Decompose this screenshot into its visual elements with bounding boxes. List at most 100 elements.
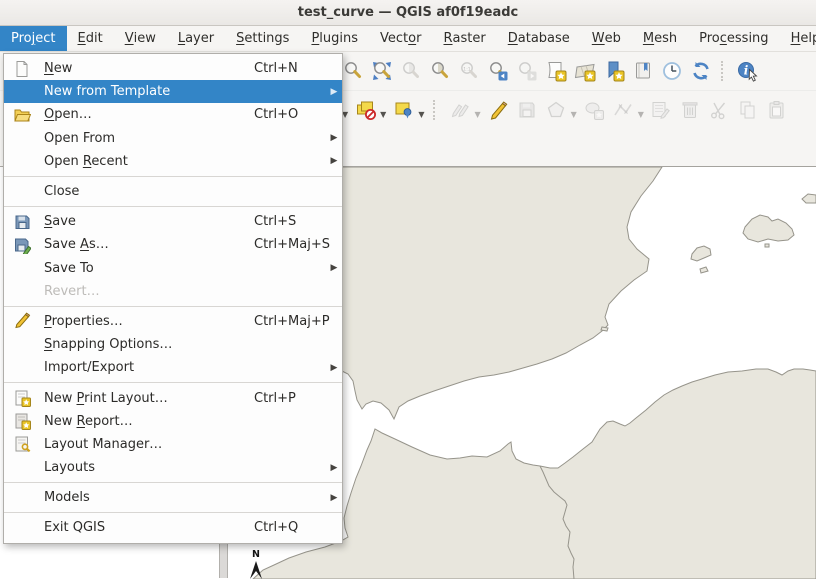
menu-item-close[interactable]: Close bbox=[4, 180, 342, 203]
save-icon bbox=[12, 213, 32, 231]
menu-item-label: Revert… bbox=[44, 284, 254, 299]
menubar-item-layer[interactable]: Layer bbox=[167, 26, 225, 51]
cut-features-icon bbox=[706, 97, 732, 123]
menu-item-label: New from Template bbox=[44, 84, 254, 99]
properties-icon bbox=[12, 312, 32, 330]
temporal-controller-icon[interactable] bbox=[659, 58, 685, 84]
menu-item-label: Models bbox=[44, 490, 254, 505]
vertex-tool-dropdown-arrow-icon: ▼ bbox=[638, 110, 644, 119]
menu-item-shortcut: Ctrl+Maj+P bbox=[254, 314, 326, 329]
qgis-window: test_curve — QGIS af0f19eadc ProjectEdit… bbox=[0, 0, 816, 578]
menu-item-icon-empty bbox=[12, 83, 32, 101]
menu-item-exit-qgis[interactable]: Exit QGISCtrl+Q bbox=[4, 516, 342, 539]
menu-item-shortcut: Ctrl+S bbox=[254, 214, 326, 229]
deselect-features-icon[interactable] bbox=[353, 97, 379, 123]
zoom-out-icon[interactable] bbox=[340, 58, 366, 84]
menu-item-icon-empty bbox=[12, 183, 32, 201]
submenu-arrow-icon: ▶ bbox=[326, 263, 342, 273]
menubar-item-plugins[interactable]: Plugins bbox=[300, 26, 369, 51]
submenu-arrow-icon: ▶ bbox=[326, 363, 342, 373]
menu-item-label: Open From bbox=[44, 131, 254, 146]
menubar-item-raster[interactable]: Raster bbox=[433, 26, 497, 51]
menubar-item-project[interactable]: Project bbox=[0, 26, 67, 51]
select-features-by-value-icon[interactable] bbox=[391, 97, 417, 123]
deselect-features-dropdown-arrow-icon[interactable]: ▼ bbox=[380, 110, 386, 119]
north-arrow-label: N bbox=[252, 549, 260, 560]
menubar-item-view[interactable]: View bbox=[114, 26, 167, 51]
menu-item-new[interactable]: NewCtrl+N bbox=[4, 57, 342, 80]
menu-item-import-export[interactable]: Import/Export ▶ bbox=[4, 356, 342, 379]
menu-item-label: Import/Export bbox=[44, 360, 254, 375]
menu-item-label: New Report… bbox=[44, 414, 254, 429]
menu-item-revert[interactable]: Revert… bbox=[4, 280, 342, 303]
menu-item-label: Save To bbox=[44, 261, 254, 276]
add-polygon-feature-dropdown-arrow-icon: ▼ bbox=[571, 110, 577, 119]
menubar-item-database[interactable]: Database bbox=[497, 26, 581, 51]
menubar-item-web[interactable]: Web bbox=[581, 26, 632, 51]
menu-item-models[interactable]: Models ▶ bbox=[4, 486, 342, 509]
show-spatial-bookmarks-icon[interactable] bbox=[572, 58, 598, 84]
project-menu-popup: NewCtrl+NNew from Template▶Open…Ctrl+OOp… bbox=[3, 53, 343, 544]
toolbar-separator bbox=[433, 100, 439, 120]
window-title: test_curve — QGIS af0f19eadc bbox=[298, 5, 518, 20]
menu-item-new-report[interactable]: New Report… bbox=[4, 410, 342, 433]
menu-item-label: Open Recent bbox=[44, 154, 254, 169]
menu-item-icon-empty bbox=[12, 152, 32, 170]
menubar-item-help[interactable]: Help bbox=[780, 26, 816, 51]
menu-item-new-print-layout[interactable]: New Print Layout…Ctrl+P bbox=[4, 386, 342, 409]
menu-item-save-to[interactable]: Save To ▶ bbox=[4, 257, 342, 280]
zoom-full-icon[interactable] bbox=[369, 58, 395, 84]
svg-text:i: i bbox=[743, 64, 748, 78]
menu-separator bbox=[4, 382, 342, 383]
select-features-by-value-dropdown-arrow-icon[interactable]: ▼ bbox=[418, 110, 424, 119]
copy-features-icon bbox=[735, 97, 761, 123]
menu-item-icon-empty bbox=[12, 336, 32, 354]
menubar-item-edit[interactable]: Edit bbox=[67, 26, 114, 51]
menu-item-label: Exit QGIS bbox=[44, 520, 254, 535]
menu-item-open[interactable]: Open…Ctrl+O bbox=[4, 103, 342, 126]
menu-separator bbox=[4, 512, 342, 513]
menu-item-icon-empty bbox=[12, 489, 32, 507]
menubar-item-mesh[interactable]: Mesh bbox=[632, 26, 688, 51]
menu-item-save[interactable]: SaveCtrl+S bbox=[4, 210, 342, 233]
menu-item-snapping-options[interactable]: Snapping Options… bbox=[4, 333, 342, 356]
menu-item-save-as[interactable]: Save As…Ctrl+Maj+S bbox=[4, 233, 342, 256]
menu-item-new-from-template[interactable]: New from Template▶ bbox=[4, 80, 342, 103]
zoom-native-icon: 1:1 bbox=[456, 58, 482, 84]
menu-item-shortcut: Ctrl+Q bbox=[254, 520, 326, 535]
submenu-arrow-icon: ▶ bbox=[326, 493, 342, 503]
move-feature-icon bbox=[581, 97, 607, 123]
bookmark-manager-icon[interactable] bbox=[630, 58, 656, 84]
menu-item-icon-empty bbox=[12, 129, 32, 147]
submenu-arrow-icon: ▶ bbox=[326, 463, 342, 473]
title-bar[interactable]: test_curve — QGIS af0f19eadc bbox=[0, 0, 816, 26]
map-region-menorca bbox=[802, 194, 816, 203]
menubar-item-vector[interactable]: Vector bbox=[369, 26, 432, 51]
identify-features-icon[interactable]: i bbox=[735, 58, 761, 84]
submenu-arrow-icon: ▶ bbox=[326, 133, 342, 143]
menu-item-shortcut: Ctrl+O bbox=[254, 107, 326, 122]
menu-item-properties[interactable]: Properties…Ctrl+Maj+P bbox=[4, 310, 342, 333]
svg-text:1:1: 1:1 bbox=[463, 66, 470, 72]
new-report-icon bbox=[12, 412, 32, 430]
submenu-arrow-icon: ▶ bbox=[326, 156, 342, 166]
menu-item-layout-manager[interactable]: Layout Manager… bbox=[4, 433, 342, 456]
menu-item-icon-empty bbox=[12, 282, 32, 300]
menu-item-icon-empty bbox=[12, 519, 32, 537]
menu-separator bbox=[4, 306, 342, 307]
menu-item-layouts[interactable]: Layouts▶ bbox=[4, 456, 342, 479]
spatial-bookmarks-icon[interactable] bbox=[601, 58, 627, 84]
menu-item-icon-empty bbox=[12, 259, 32, 277]
refresh-icon[interactable] bbox=[688, 58, 714, 84]
toggle-editing-icon[interactable] bbox=[485, 97, 511, 123]
new-spatial-bookmark-icon[interactable] bbox=[543, 58, 569, 84]
menu-item-open-recent[interactable]: Open Recent ▶ bbox=[4, 150, 342, 173]
menu-item-label: Save As… bbox=[44, 237, 254, 252]
menu-item-label: Open… bbox=[44, 107, 254, 122]
menubar-item-processing[interactable]: Processing bbox=[688, 26, 779, 51]
menubar-item-settings[interactable]: Settings bbox=[225, 26, 300, 51]
zoom-to-layer-icon[interactable] bbox=[427, 58, 453, 84]
zoom-to-selection-icon bbox=[398, 58, 424, 84]
zoom-last-icon[interactable] bbox=[485, 58, 511, 84]
menu-item-open-from[interactable]: Open From ▶ bbox=[4, 127, 342, 150]
